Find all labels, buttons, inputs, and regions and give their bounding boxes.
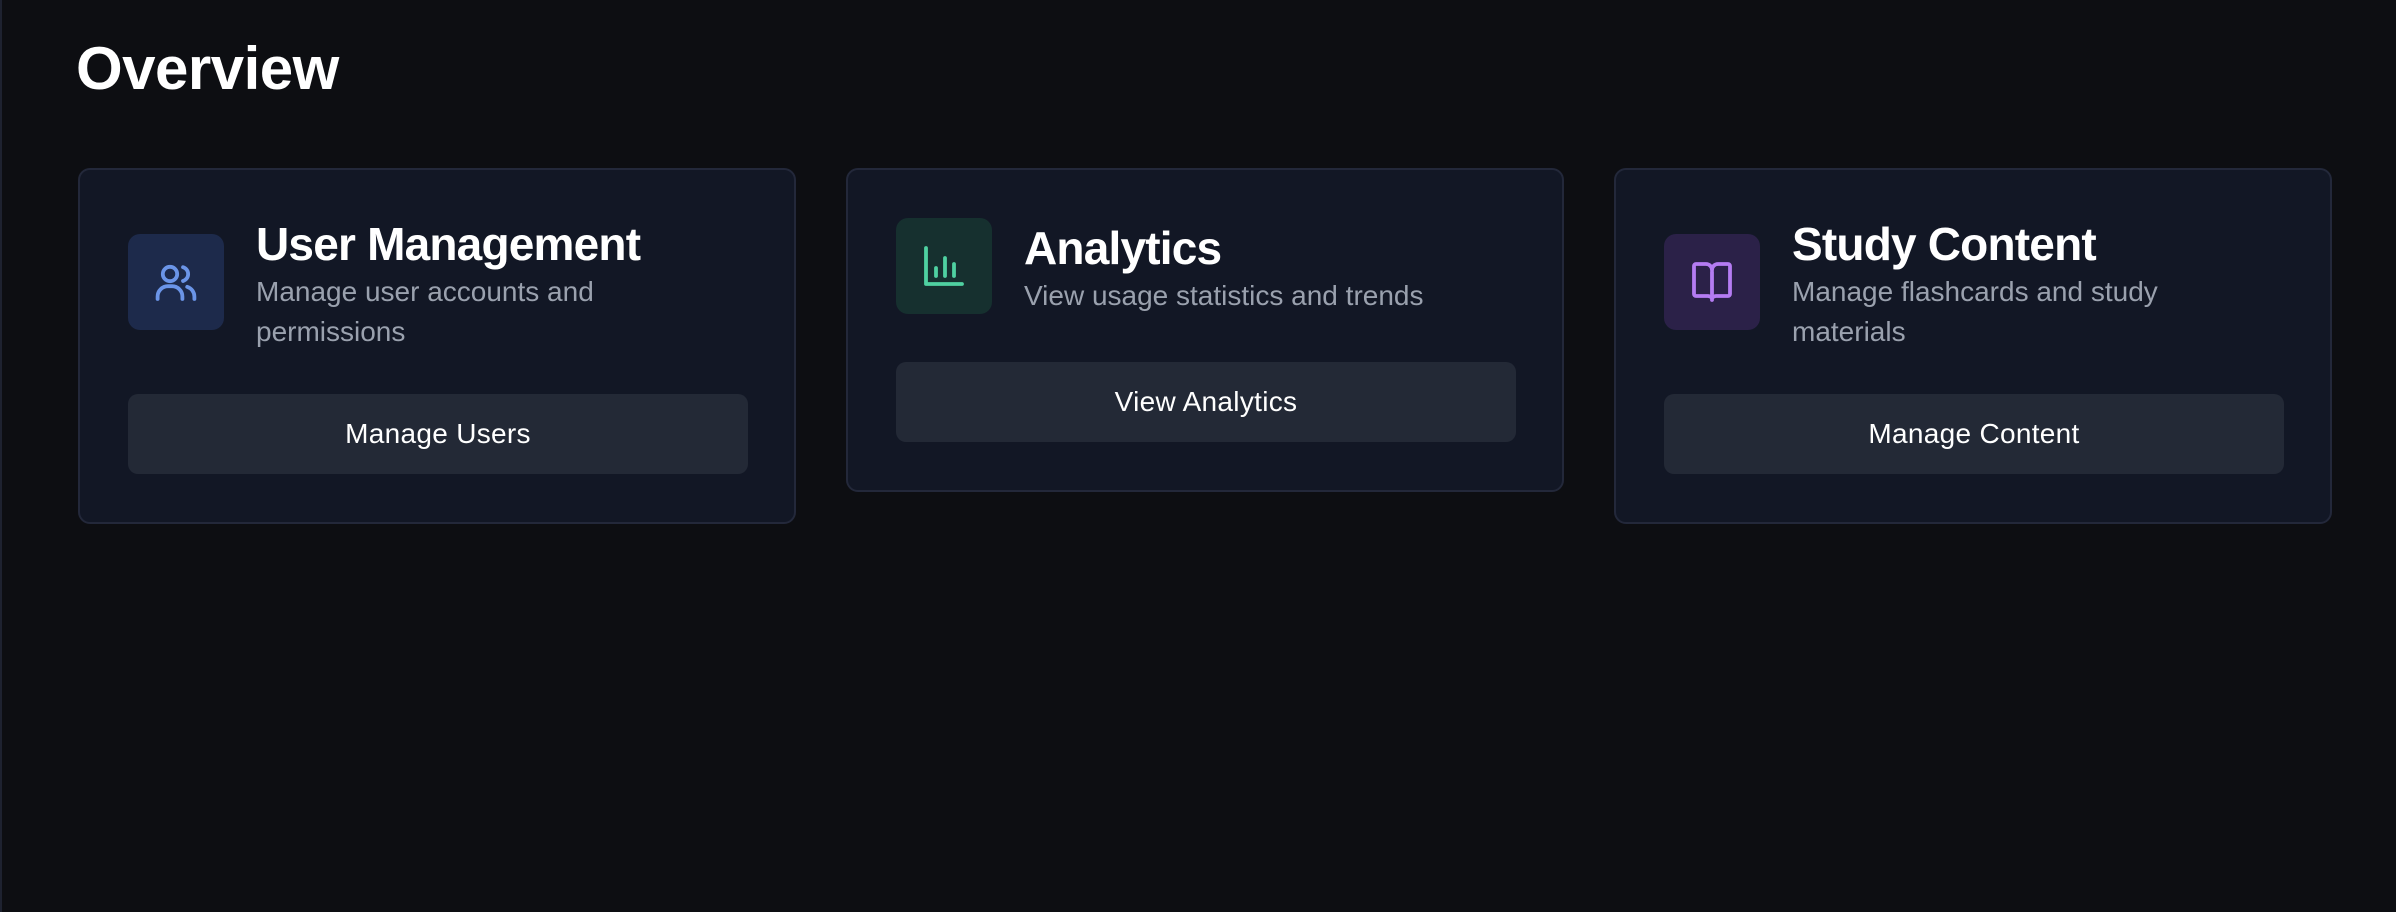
manage-users-button[interactable]: Manage Users [128,394,748,474]
card-title: User Management [256,218,641,270]
card-title: Analytics [1024,222,1222,274]
manage-content-button[interactable]: Manage Content [1664,394,2284,474]
card-description: Manage user accounts and permissions [256,276,594,347]
card-title: Study Content [1792,218,2097,270]
study-content-card: Study Content Manage flashcards and stud… [1614,168,2332,524]
book-open-icon [1664,234,1760,330]
dashboard-page: Overview User Management Manage user acc… [0,0,2396,912]
card-heading: Analytics View usage statistics and tren… [1024,220,1522,316]
analytics-card: Analytics View usage statistics and tren… [846,168,1564,492]
card-description: View usage statistics and trends [1024,280,1424,311]
view-analytics-button[interactable]: View Analytics [896,362,1516,442]
page-title: Overview [76,35,339,102]
user-management-card: User Management Manage user accounts and… [78,168,796,524]
users-icon [128,234,224,330]
bar-chart-icon [896,218,992,314]
card-heading: User Management Manage user accounts and… [256,216,754,352]
card-description: Manage flashcards and study materials [1792,276,2158,347]
card-heading: Study Content Manage flashcards and stud… [1792,216,2290,352]
